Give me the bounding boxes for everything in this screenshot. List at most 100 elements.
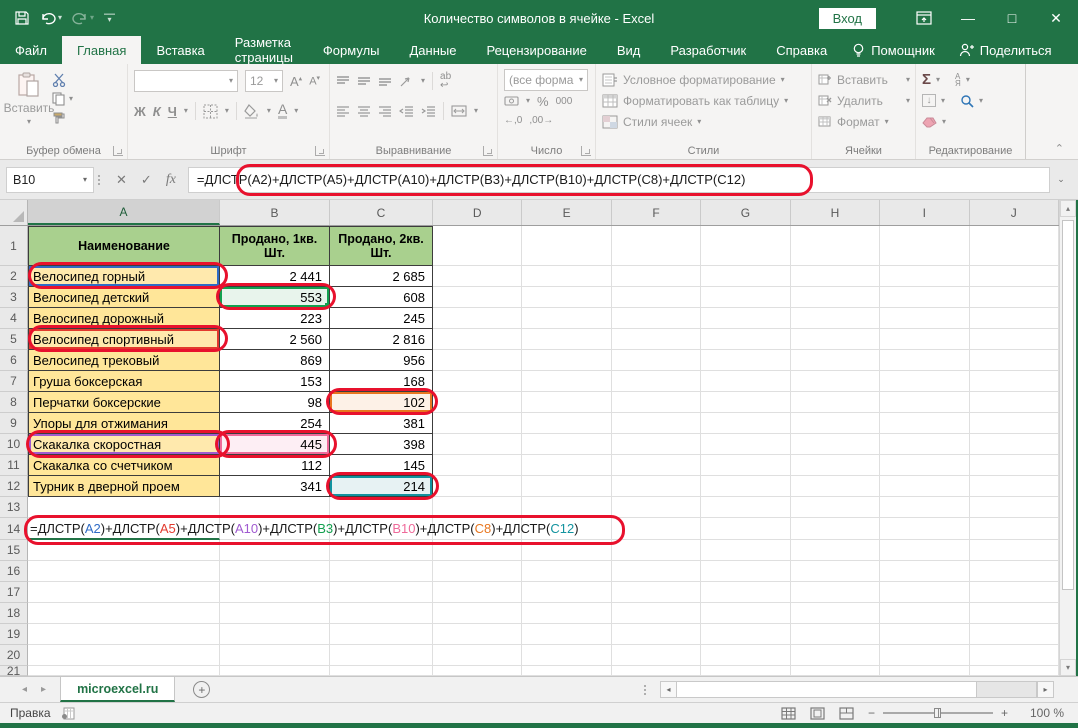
cell-G10[interactable] [701, 434, 790, 455]
cell-D11[interactable] [433, 455, 522, 476]
scroll-down-icon[interactable]: ▾ [1060, 659, 1076, 676]
macro-record-icon[interactable] [61, 707, 75, 720]
cell-A18[interactable] [28, 603, 220, 624]
underline-button[interactable]: Ч [168, 104, 177, 119]
cell-B7[interactable]: 153 [220, 371, 330, 392]
zoom-slider[interactable] [883, 712, 993, 714]
decrease-decimal-icon[interactable]: ,00→ [529, 115, 553, 126]
cell-J11[interactable] [970, 455, 1059, 476]
cell-D8[interactable] [433, 392, 522, 413]
cell-F12[interactable] [612, 476, 701, 497]
cell-I20[interactable] [880, 645, 969, 666]
cell-G4[interactable] [701, 308, 790, 329]
cell-F5[interactable] [612, 329, 701, 350]
name-box-dropdown-icon[interactable]: ▾ [83, 176, 87, 184]
italic-button[interactable]: К [153, 104, 161, 119]
cell-J13[interactable] [970, 497, 1059, 518]
zoom-slider-knob[interactable] [934, 708, 941, 718]
number-dialog-launcher[interactable] [581, 146, 591, 156]
cell-B11[interactable]: 112 [220, 455, 330, 476]
cell-A3[interactable]: Велосипед детский [28, 287, 220, 308]
cell-D7[interactable] [433, 371, 522, 392]
insert-function-icon[interactable]: fx [166, 172, 176, 188]
cell-G8[interactable] [701, 392, 790, 413]
tab-help[interactable]: Справка [761, 36, 842, 64]
row-header-3[interactable]: 3 [0, 287, 28, 308]
cell-F21[interactable] [612, 666, 701, 676]
column-header-G[interactable]: G [701, 200, 790, 225]
cell-H15[interactable] [791, 540, 880, 561]
cell-I21[interactable] [880, 666, 969, 676]
align-bottom-icon[interactable] [378, 75, 392, 87]
cell-C7[interactable]: 168 [330, 371, 433, 392]
accounting-format-icon[interactable] [504, 95, 519, 107]
share-item[interactable]: Поделиться [949, 43, 1062, 58]
cell-E11[interactable] [522, 455, 611, 476]
customize-qat-icon[interactable]: —▾ [104, 12, 115, 24]
cell-J18[interactable] [970, 603, 1059, 624]
column-header-H[interactable]: H [791, 200, 880, 225]
row-header-1[interactable]: 1 [0, 226, 28, 266]
borders-icon[interactable] [203, 104, 218, 119]
cell-J19[interactable] [970, 624, 1059, 645]
cell-E17[interactable] [522, 582, 611, 603]
align-middle-icon[interactable] [357, 75, 371, 87]
sheet-nav-left-icon[interactable]: ◂ [22, 684, 27, 695]
cell-A9[interactable]: Упоры для отжимания [28, 413, 220, 434]
cell-J17[interactable] [970, 582, 1059, 603]
cell-C3[interactable]: 608 [330, 287, 433, 308]
cell-A2[interactable]: Велосипед горный [28, 266, 220, 287]
cell-D3[interactable] [433, 287, 522, 308]
cell-C17[interactable] [330, 582, 433, 603]
cell-D21[interactable] [433, 666, 522, 676]
cell-H7[interactable] [791, 371, 880, 392]
copy-dropdown-icon[interactable]: ▾ [69, 95, 73, 103]
assistant-item[interactable]: Помощник [842, 43, 945, 58]
row-header-5[interactable]: 5 [0, 329, 28, 350]
cell-J10[interactable] [970, 434, 1059, 455]
percent-style-icon[interactable]: % [537, 94, 549, 109]
number-format-combo[interactable]: (все форма▾ [504, 69, 588, 91]
expand-formula-bar-icon[interactable]: ⌄ [1050, 174, 1072, 185]
cell-H14[interactable] [791, 518, 880, 540]
cell-I12[interactable] [880, 476, 969, 497]
cell-E8[interactable] [522, 392, 611, 413]
sign-in-button[interactable]: Вход [819, 8, 876, 29]
cell-D18[interactable] [433, 603, 522, 624]
cell-C16[interactable] [330, 561, 433, 582]
cell-G5[interactable] [701, 329, 790, 350]
clear-eraser-icon[interactable] [922, 116, 937, 128]
align-right-icon[interactable] [378, 105, 392, 117]
cell-B18[interactable] [220, 603, 330, 624]
cell-C19[interactable] [330, 624, 433, 645]
alignment-dialog-launcher[interactable] [483, 146, 493, 156]
align-top-icon[interactable] [336, 75, 350, 87]
collapse-ribbon-icon[interactable]: ⌃ [1055, 142, 1078, 159]
increase-indent-icon[interactable] [421, 105, 436, 117]
cell-J16[interactable] [970, 561, 1059, 582]
cell-H20[interactable] [791, 645, 880, 666]
cell-F8[interactable] [612, 392, 701, 413]
insert-cells-button[interactable]: Вставить▾ [818, 69, 910, 90]
cell-B3[interactable]: 553 [220, 287, 330, 308]
cell-I8[interactable] [880, 392, 969, 413]
conditional-formatting-button[interactable]: Условное форматирование▾ [602, 69, 806, 90]
horizontal-scroll-thumb[interactable] [677, 682, 977, 697]
cell-B2[interactable]: 2 441 [220, 266, 330, 287]
column-header-F[interactable]: F [612, 200, 701, 225]
cell-C10[interactable]: 398 [330, 434, 433, 455]
cell-G9[interactable] [701, 413, 790, 434]
row-header-7[interactable]: 7 [0, 371, 28, 392]
cell-I13[interactable] [880, 497, 969, 518]
cell-I9[interactable] [880, 413, 969, 434]
cell-F17[interactable] [612, 582, 701, 603]
cell-G17[interactable] [701, 582, 790, 603]
cell-I10[interactable] [880, 434, 969, 455]
cell-J7[interactable] [970, 371, 1059, 392]
cell-D6[interactable] [433, 350, 522, 371]
cell-B1[interactable]: Продано, 1кв. Шт. [220, 226, 330, 266]
row-header-21[interactable]: 21 [0, 666, 28, 676]
cell-F3[interactable] [612, 287, 701, 308]
scroll-left-icon[interactable]: ◂ [660, 681, 677, 698]
column-header-D[interactable]: D [433, 200, 522, 225]
